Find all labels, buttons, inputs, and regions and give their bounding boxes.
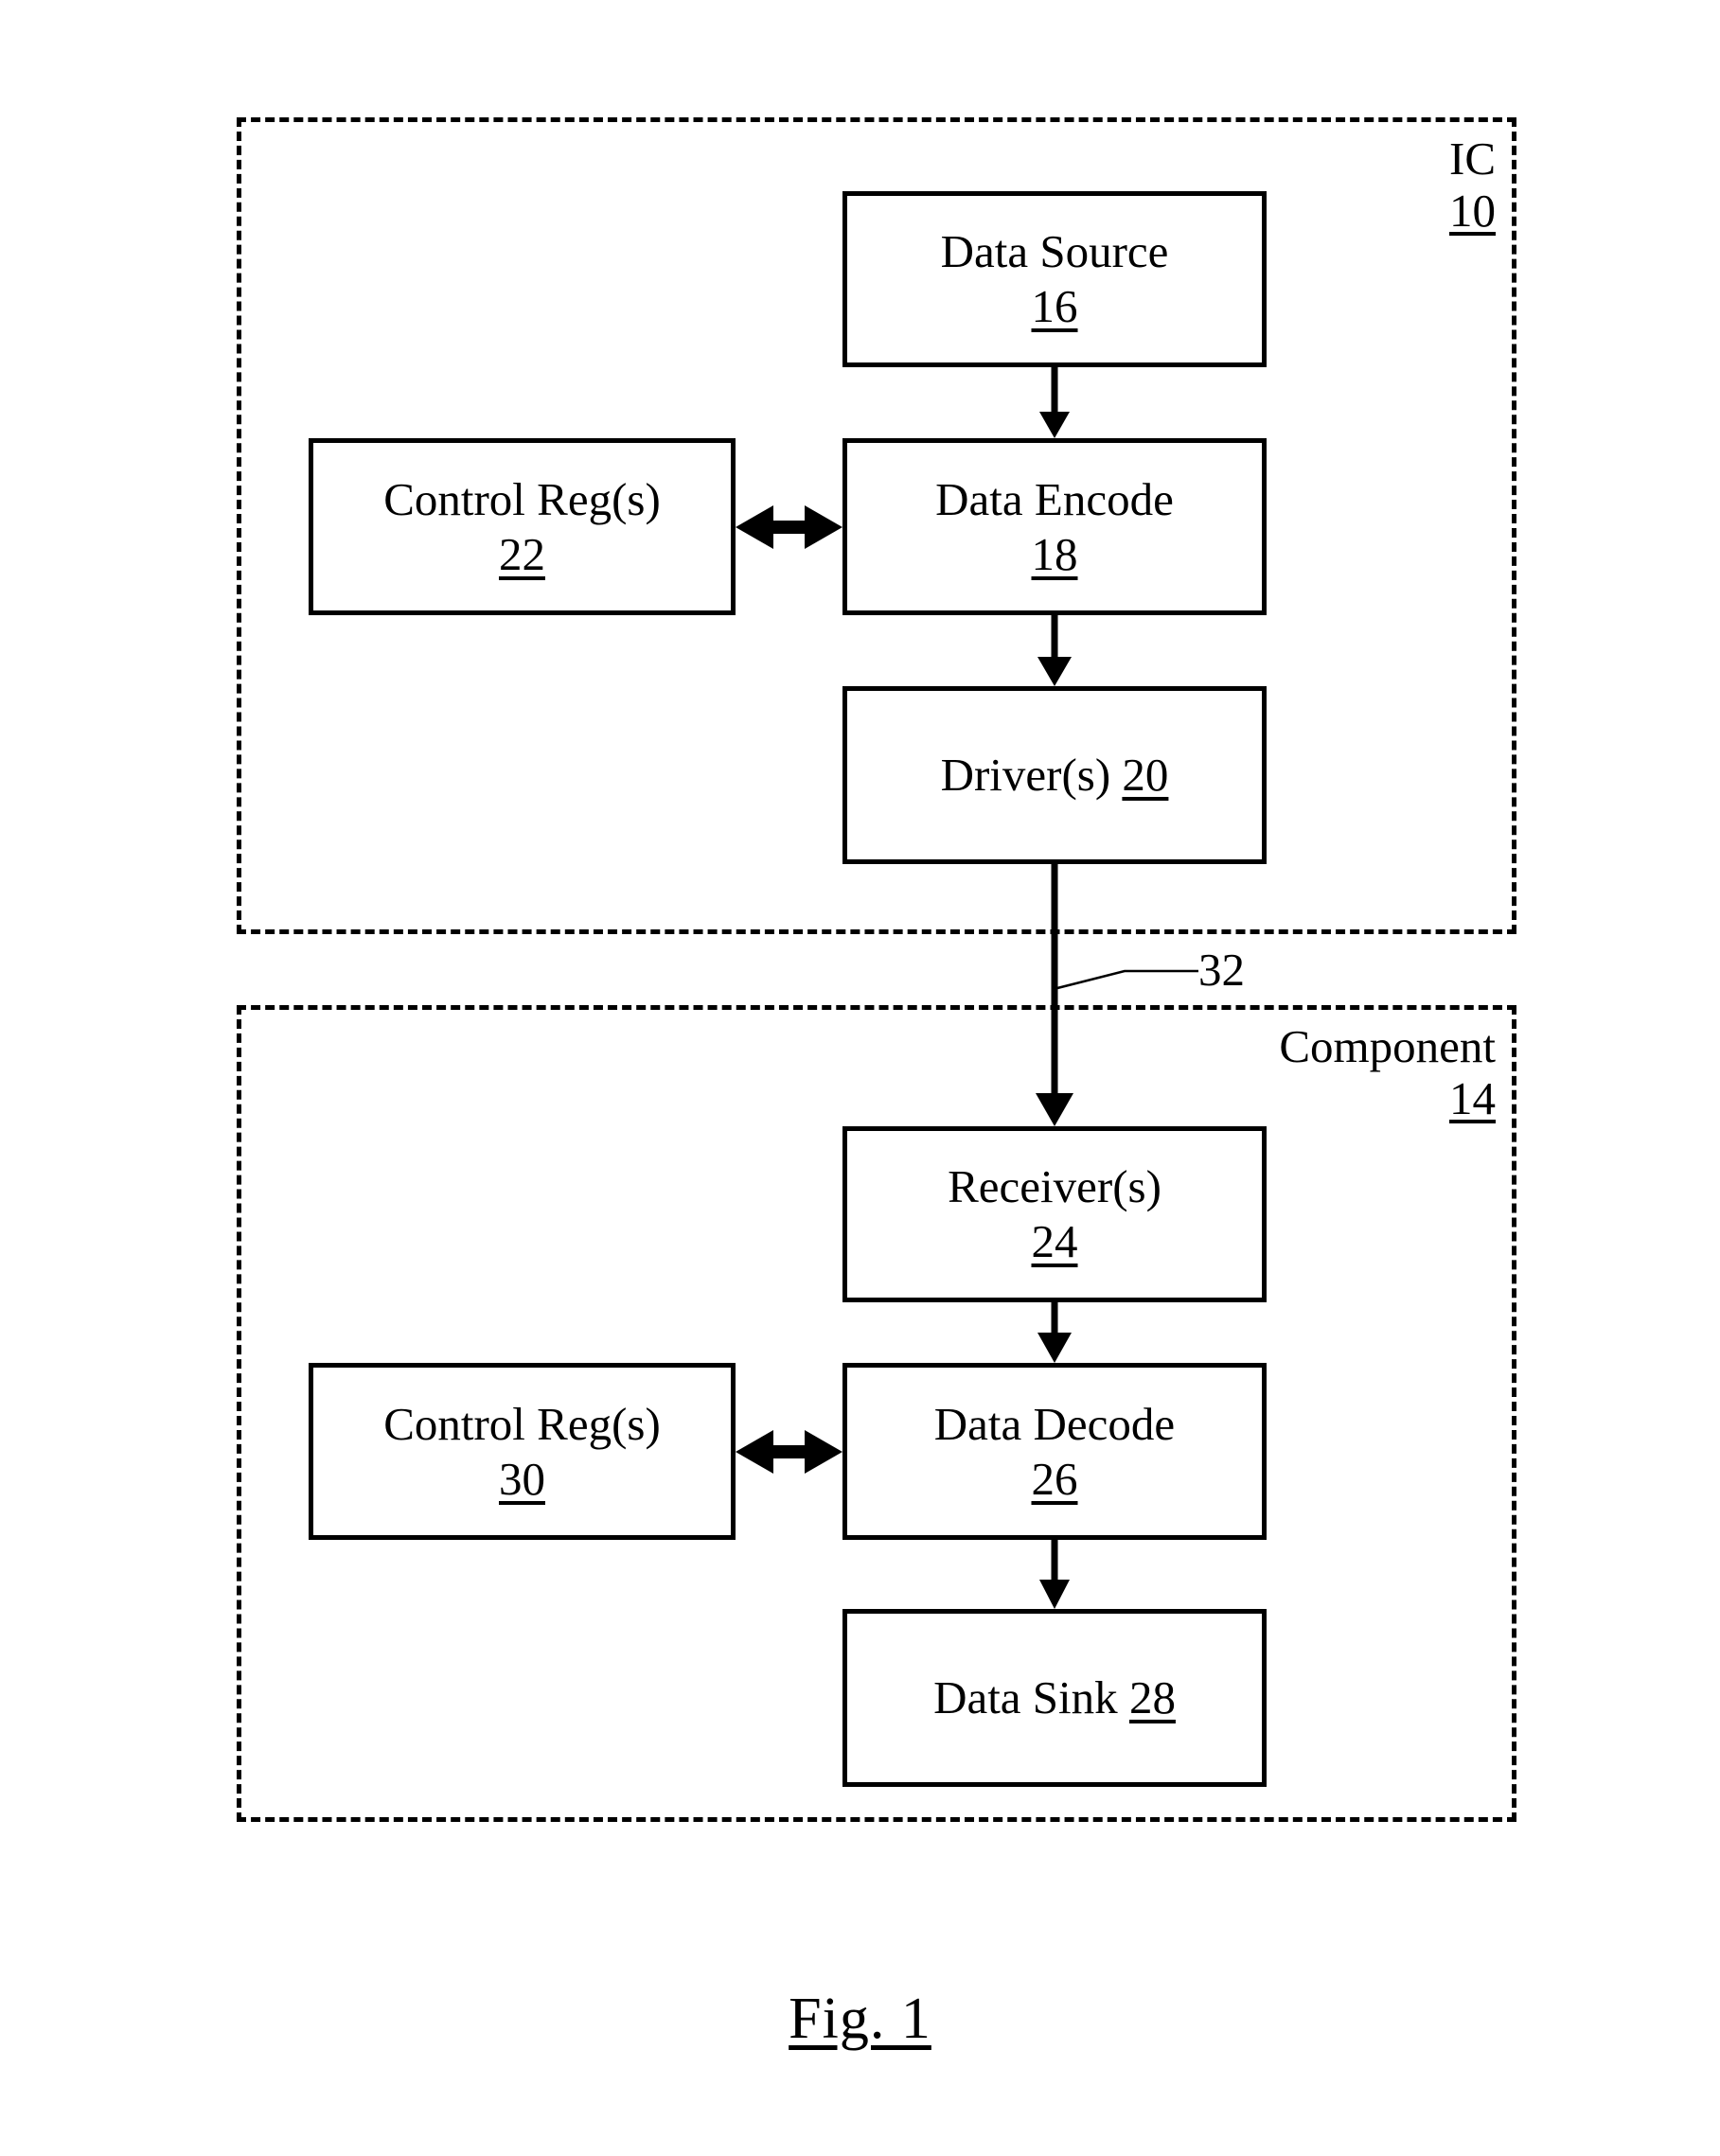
block-data-sink-space [1118, 1671, 1129, 1723]
block-data-sink: Data Sink 28 [842, 1609, 1267, 1787]
block-data-source-ref: 16 [1031, 280, 1078, 332]
block-data-decode: Data Decode 26 [842, 1363, 1267, 1540]
block-data-encode: Data Encode 18 [842, 438, 1267, 615]
block-data-decode-ref: 26 [1031, 1452, 1078, 1505]
block-data-source-label: Data Source [940, 225, 1169, 278]
block-receiver-ref: 24 [1031, 1215, 1078, 1267]
block-control-registers-rx-ref: 30 [499, 1452, 545, 1505]
block-driver: Driver(s) 20 [842, 686, 1267, 864]
patent-figure-page: IC 10 Component 14 Data Source 16 Data E… [0, 0, 1720, 2156]
block-driver-ref: 20 [1122, 749, 1169, 802]
ic-label-text: IC [1449, 133, 1496, 185]
block-driver-label: Driver(s) [940, 749, 1111, 802]
channel-reference-numeral-32: 32 [1198, 944, 1245, 996]
block-data-encode-label: Data Encode [935, 472, 1174, 525]
figure-caption-text: Fig. 1 [789, 1987, 931, 2051]
block-data-source: Data Source 16 [842, 191, 1267, 367]
block-driver-line: Driver(s) 20 [941, 748, 1169, 803]
block-data-sink-ref: 28 [1128, 1671, 1176, 1724]
component-reference-numeral: 14 [1449, 1071, 1496, 1124]
block-control-registers-rx: Control Reg(s) 30 [309, 1363, 736, 1540]
block-receiver: Receiver(s) 24 [842, 1126, 1267, 1302]
block-data-sink-label: Data Sink [933, 1671, 1118, 1724]
block-data-decode-label: Data Decode [933, 1397, 1176, 1450]
block-control-registers-tx-label: Control Reg(s) [383, 472, 661, 525]
figure-caption: Fig. 1 [0, 1986, 1720, 2053]
component-label-text: Component [1279, 1020, 1496, 1072]
block-control-registers-tx-ref: 22 [499, 527, 545, 580]
block-driver-space [1110, 749, 1122, 801]
leader-line-32 [1056, 969, 1198, 990]
block-data-encode-ref: 18 [1031, 527, 1078, 580]
block-receiver-label: Receiver(s) [948, 1160, 1161, 1213]
block-control-registers-rx-label: Control Reg(s) [383, 1397, 661, 1450]
component-boundary-label: Component 14 [984, 1020, 1496, 1125]
block-data-sink-line: Data Sink 28 [933, 1670, 1176, 1725]
block-control-registers-tx: Control Reg(s) 22 [309, 438, 736, 615]
